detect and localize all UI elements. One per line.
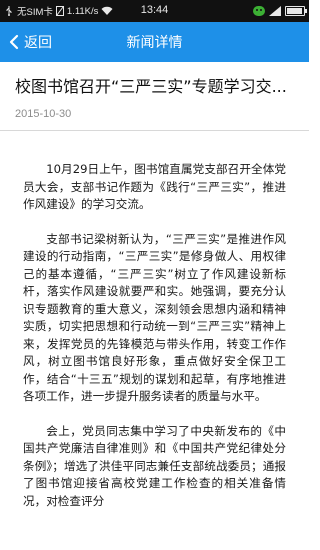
article-body: 10月29日上午，图书馆直属党支部召开全体党员大会，支部书记作题为《践行“三严三… xyxy=(0,131,309,510)
nosim-icon xyxy=(55,6,64,16)
usb-icon xyxy=(6,6,12,16)
network-speed: 1.11K/s xyxy=(66,5,99,17)
status-bar-right xyxy=(253,6,307,16)
wifi-icon xyxy=(101,6,113,15)
nav-bar: 返回 新闻详情 xyxy=(0,22,309,62)
back-button[interactable]: 返回 xyxy=(0,22,52,62)
wechat-icon xyxy=(253,6,265,16)
article[interactable]: 校图书馆召开“三严三实”专题学习交... 2015-10-30 10月29日上午… xyxy=(0,62,309,550)
status-bar-left: 无SIM卡 1.11K/s xyxy=(4,4,124,18)
article-paragraph: 会上，党员同志集中学习了中央新发布的《中国共产党廉洁自律准则》和《中国共产党纪律… xyxy=(23,423,286,508)
battery-icon xyxy=(285,6,307,16)
back-label: 返回 xyxy=(24,35,52,51)
signal-icon xyxy=(269,6,281,16)
status-bar: 无SIM卡 1.11K/s 13:44 xyxy=(0,0,309,22)
article-paragraph: 支部书记梁树新认为，“三严三实”是推进作风建设的行动指南，“三严三实”是修身做人… xyxy=(23,231,286,404)
sim-status: 无SIM卡 xyxy=(17,7,53,18)
article-paragraph: 10月29日上午，图书馆直属党支部召开全体党员大会，支部书记作题为《践行“三严三… xyxy=(23,162,286,211)
article-date: 2015-10-30 xyxy=(15,108,72,120)
article-title: 校图书馆召开“三严三实”专题学习交... xyxy=(15,77,287,96)
chevron-left-icon xyxy=(9,34,19,50)
